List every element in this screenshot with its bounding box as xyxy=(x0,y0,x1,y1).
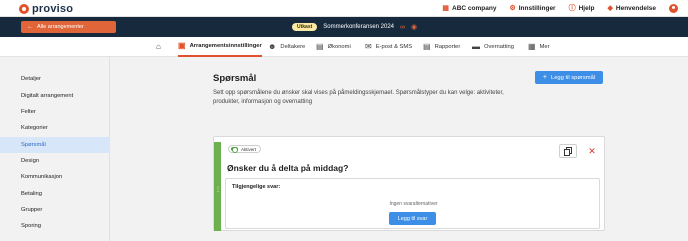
inquiry-label: Henvendelse xyxy=(615,5,656,12)
settings-link[interactable]: ⚙ Innstillinger xyxy=(509,5,555,12)
tab-participants[interactable]: ☻ Deltakere xyxy=(268,37,305,57)
people-icon: ☻ xyxy=(268,42,277,51)
sidebar-item-communication[interactable]: Kommunikasjon xyxy=(0,169,110,185)
add-question-label: Legg til spørsmål xyxy=(550,74,596,81)
tab-economy[interactable]: ▤ Økonomi xyxy=(316,37,351,57)
copy-icon xyxy=(564,146,572,156)
tab-more[interactable]: ▦ Mer xyxy=(528,37,550,57)
question-title: Ønsker du å delta på middag? xyxy=(227,163,349,173)
event-bar: ← Alle arrangementer Utkast Sommerkonfer… xyxy=(0,17,688,37)
company-switcher[interactable]: ▦ ABC company xyxy=(442,5,496,12)
settings-calendar-icon: ▣ xyxy=(178,41,186,50)
top-nav: ▦ ABC company ⚙ Innstillinger ⓘ Hjelp ◆ … xyxy=(429,3,678,14)
company-label: ABC company xyxy=(452,5,497,12)
help-link[interactable]: ⓘ Hjelp xyxy=(569,5,595,12)
eye-icon[interactable]: ◉ xyxy=(411,24,417,31)
sidebar-item-questions[interactable]: Spørsmål xyxy=(0,137,110,153)
sidebar-item-design[interactable]: Design xyxy=(0,153,110,169)
gear-icon: ⚙ xyxy=(509,5,516,12)
building-icon: ▦ xyxy=(442,5,450,12)
plus-icon: + xyxy=(542,74,547,81)
help-icon: ⓘ xyxy=(568,5,576,12)
sidebar-item-digital-event[interactable]: Digitalt arrangement xyxy=(0,88,110,104)
main-tabs: ⌂ ▣ Arrangementsinnstillinger ☻ Deltaker… xyxy=(0,37,688,57)
all-events-button[interactable]: ← Alle arrangementer xyxy=(21,21,116,33)
tab-event-settings[interactable]: ▣ Arrangementsinnstillinger xyxy=(178,37,262,57)
drag-handle[interactable]: ⋮⋮ xyxy=(214,142,227,231)
all-events-label: Alle arrangementer xyxy=(37,24,84,30)
proviso-logo-icon xyxy=(19,4,29,14)
tab-home[interactable]: ⌂ xyxy=(156,37,165,57)
status-badge: Utkast xyxy=(292,23,318,31)
home-icon: ⌂ xyxy=(156,42,161,51)
sidebar-item-groups[interactable]: Grupper xyxy=(0,202,110,218)
tab-email-sms[interactable]: ✉ E-post & SMS xyxy=(365,37,412,57)
bell-icon: ◆ xyxy=(607,5,613,12)
tab-label: Deltakere xyxy=(280,44,306,50)
tab-label: E-post & SMS xyxy=(375,44,413,50)
question-card: ⋮⋮ Aktivert ✕ Ønsker du å delta på midda… xyxy=(213,136,605,231)
sidebar-item-fields[interactable]: Felter xyxy=(0,104,110,120)
tab-label: Arrangementsinnstillinger xyxy=(189,43,262,49)
sidebar-item-payment[interactable]: Betaling xyxy=(0,186,110,202)
answers-label: Tilgjengelige svar: xyxy=(232,184,281,190)
grid-icon: ▦ xyxy=(528,42,536,51)
copy-question-button[interactable] xyxy=(559,144,577,158)
top-bar: proviso ▦ ABC company ⚙ Innstillinger ⓘ … xyxy=(0,0,688,17)
tab-label: Mer xyxy=(539,44,550,50)
add-question-button[interactable]: + Legg til spørsmål xyxy=(535,71,603,84)
brand-logo[interactable]: proviso xyxy=(19,3,73,15)
sidebar-item-details[interactable]: Detaljer xyxy=(0,71,110,87)
close-icon: ✕ xyxy=(588,145,596,156)
user-icon[interactable] xyxy=(669,4,678,13)
settings-sidebar: Detaljer Digitalt arrangement Felter Kat… xyxy=(0,57,110,241)
empty-answers-text: Ingen svaralternativer xyxy=(389,201,438,207)
sidebar-item-tracking[interactable]: Sporing xyxy=(0,218,110,234)
page-description: Sett opp spørsmålene du ønsker skal vise… xyxy=(213,90,504,105)
page-title: Spørsmål xyxy=(213,73,257,84)
tab-reports[interactable]: ▤ Rapporter xyxy=(423,37,460,57)
bed-icon: ▬ xyxy=(472,42,480,51)
tab-label: Overnatting xyxy=(484,44,514,50)
link-icon[interactable]: ∞ xyxy=(400,24,405,31)
event-info: Utkast Sommerkonferansen 2024 ∞ ◉ xyxy=(292,22,417,32)
event-name: Sommerkonferansen 2024 xyxy=(323,24,395,30)
arrow-left-icon: ← xyxy=(27,24,33,30)
sidebar-item-categories[interactable]: Kategorier xyxy=(0,120,110,136)
mail-icon: ✉ xyxy=(365,42,372,51)
money-icon: ▤ xyxy=(316,42,324,51)
help-label: Hjelp xyxy=(578,5,595,12)
toggle-switch-icon xyxy=(231,147,238,153)
brand-name: proviso xyxy=(32,3,74,15)
delete-question-button[interactable]: ✕ xyxy=(585,144,599,158)
active-toggle[interactable]: Aktivert xyxy=(228,145,262,153)
tab-label: Rapporter xyxy=(434,44,461,50)
inquiry-link[interactable]: ◆ Henvendelse xyxy=(608,5,657,12)
report-icon: ▤ xyxy=(423,42,431,51)
tab-accommodation[interactable]: ▬ Overnatting xyxy=(472,37,514,57)
settings-label: Innstillinger xyxy=(518,5,556,12)
add-answer-button[interactable]: Legg til svar xyxy=(389,212,436,225)
tab-label: Økonomi xyxy=(327,44,351,50)
active-toggle-label: Aktivert xyxy=(241,146,257,152)
answers-panel: Tilgjengelige svar: Ingen svaralternativ… xyxy=(225,178,600,229)
